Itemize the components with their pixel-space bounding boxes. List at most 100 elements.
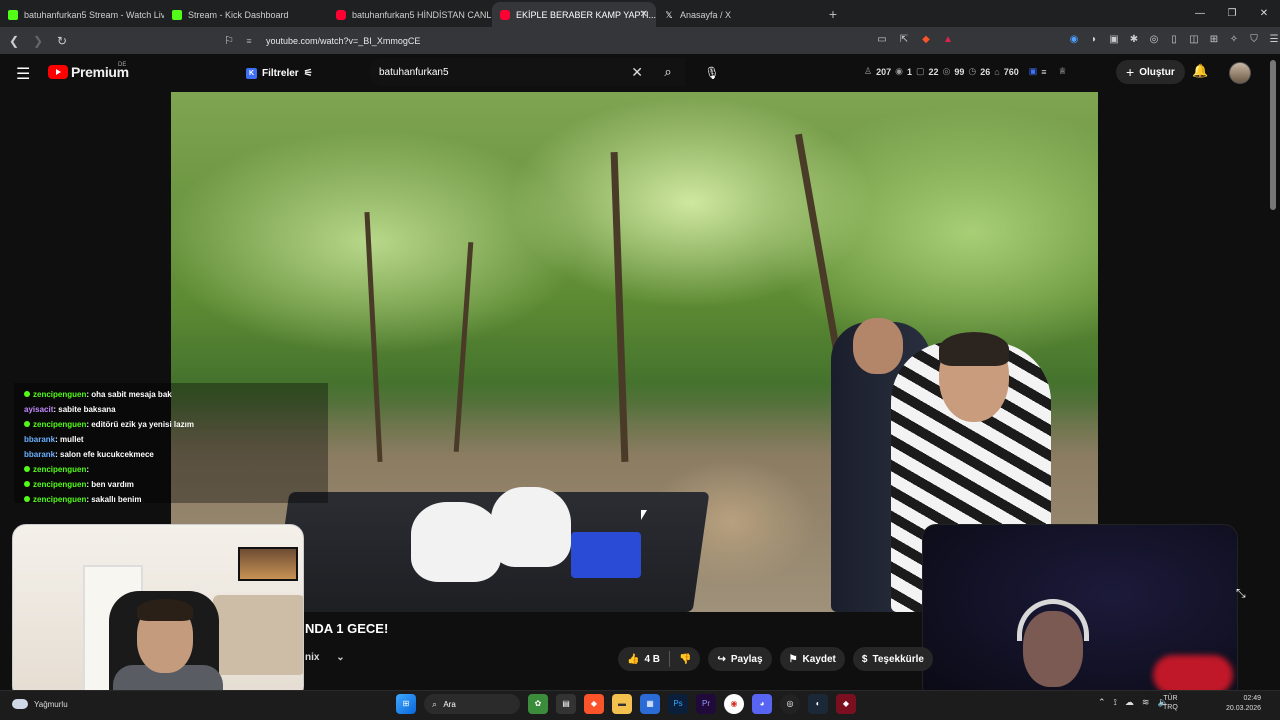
- wifi-icon[interactable]: ≋: [1142, 697, 1150, 708]
- chat-message: bbarank: mullet: [24, 432, 328, 447]
- reload-icon[interactable]: ↻: [52, 34, 72, 48]
- chrome-icon[interactable]: ◉: [724, 694, 744, 714]
- extension-3-icon[interactable]: ▣: [1106, 32, 1122, 48]
- chat-text: : oha sabit mesaja bak: [86, 390, 172, 399]
- extension-1-icon[interactable]: ◉: [1066, 32, 1082, 48]
- dislike-icon[interactable]: 👎: [679, 654, 691, 665]
- extension-5-icon[interactable]: ◫: [1186, 32, 1202, 48]
- browser-tab[interactable]: batuhanfurkan5 HİNDİSTAN CANLI Y...: [328, 2, 492, 27]
- minimize-button[interactable]: —: [1184, 8, 1216, 19]
- avatar[interactable]: [1229, 62, 1251, 84]
- list-icon[interactable]: ≡: [1041, 67, 1046, 77]
- sidebar-icon[interactable]: ▯: [1166, 32, 1182, 48]
- discord-icon[interactable]: ◕: [752, 694, 772, 714]
- lang-bottom: TRQ: [1163, 704, 1178, 711]
- steam-icon[interactable]: ◐: [808, 694, 828, 714]
- widgets-icon[interactable]: ✿: [528, 694, 548, 714]
- address-bar[interactable]: ⚐ ≡ youtube.com/watch?v=_BI_XmmogCE: [218, 30, 963, 51]
- cloud-icon[interactable]: ☁: [1125, 697, 1134, 708]
- brave-shield-icon[interactable]: ◆: [918, 32, 934, 48]
- chat-message: bbarank: salon efe kucukcekmece: [24, 447, 328, 462]
- maximize-button[interactable]: ❐: [1216, 8, 1248, 19]
- bookmark-icon[interactable]: ⚐: [218, 34, 240, 47]
- browser-tab[interactable]: EKİPLE BERABER KAMP YAPTI... ✕: [492, 2, 656, 27]
- browser-tab[interactable]: 𝕏 Anasayfa / X: [656, 2, 820, 27]
- notifications-icon[interactable]: 🔔: [1192, 63, 1208, 79]
- chat-message: ayisacit: sabite baksana: [24, 402, 328, 417]
- obs-icon[interactable]: ◎: [780, 694, 800, 714]
- browser-tab[interactable]: batuhanfurkan5 Stream - Watch Live...: [0, 2, 164, 27]
- back-icon[interactable]: ❮: [4, 34, 24, 48]
- clock[interactable]: 02:49 20.03.2026: [1226, 694, 1261, 714]
- url-text[interactable]: youtube.com/watch?v=_BI_XmmogCE: [266, 36, 420, 46]
- start-icon[interactable]: ⊞: [396, 694, 416, 714]
- sliders-icon: ⚟: [303, 67, 313, 79]
- task-view-icon[interactable]: ▤: [556, 694, 576, 714]
- chevron-down-icon[interactable]: ⌄: [336, 652, 344, 663]
- cast-icon[interactable]: ▭: [874, 32, 890, 48]
- photoshop-icon[interactable]: Ps: [668, 694, 688, 714]
- like-count[interactable]: 4 B: [644, 654, 660, 665]
- browser-menu-icon[interactable]: ☰: [1266, 32, 1280, 48]
- leo-ai-icon[interactable]: ✧: [1226, 32, 1242, 48]
- youtube-premium-logo[interactable]: Premium DE: [48, 62, 129, 80]
- extension-6-icon[interactable]: ⊞: [1206, 32, 1222, 48]
- expand-icon[interactable]: ⤡: [1236, 586, 1246, 601]
- language-indicator[interactable]: TÜR TRQ: [1163, 694, 1178, 712]
- share-icon[interactable]: ⇱: [896, 32, 912, 48]
- search-icon[interactable]: ⌕: [651, 58, 685, 86]
- stat-value: 99: [954, 66, 965, 77]
- extensions-icon[interactable]: ✱: [1126, 32, 1142, 48]
- extension-2-icon[interactable]: ◗: [1086, 32, 1102, 48]
- badge-icon: [24, 481, 30, 487]
- page-scrollbar[interactable]: [1270, 60, 1276, 210]
- badge-icon: [24, 496, 30, 502]
- file-explorer-icon[interactable]: ▬: [612, 694, 632, 714]
- network-icon[interactable]: ⟟: [1114, 697, 1117, 708]
- search-box[interactable]: batuhanfurkan5 ✕ ⌕: [370, 58, 685, 86]
- x-icon: 𝕏: [665, 9, 673, 20]
- extension-4-icon[interactable]: ◎: [1146, 32, 1162, 48]
- country-code: DE: [118, 62, 127, 68]
- mouse-cursor-icon: [641, 510, 647, 520]
- hamburger-menu-icon[interactable]: ☰: [16, 64, 30, 84]
- channel-row[interactable]: nix ⌄: [305, 652, 345, 663]
- save-button[interactable]: ⚑ Kaydet: [779, 647, 845, 671]
- chat-username: zencipenguen: [33, 390, 87, 399]
- new-tab-button[interactable]: +: [820, 2, 846, 27]
- premiere-icon[interactable]: Pr: [696, 694, 716, 714]
- voice-search-icon[interactable]: 🎙: [700, 62, 724, 84]
- filters-button[interactable]: K Filtreler ⚟: [240, 62, 319, 84]
- store-icon[interactable]: ▦: [640, 694, 660, 714]
- share-button[interactable]: ↪ Paylaş: [708, 647, 772, 671]
- browser-tab[interactable]: Stream - Kick Dashboard: [164, 2, 328, 27]
- video-title: NDA 1 GECE!: [305, 621, 389, 636]
- thanks-button[interactable]: $ Teşekkürle: [852, 647, 933, 671]
- like-icon[interactable]: 👍: [627, 654, 639, 665]
- close-window-button[interactable]: ✕: [1248, 8, 1280, 19]
- brave-icon[interactable]: ◆: [584, 694, 604, 714]
- extension-badge-icon[interactable]: ▣: [1029, 66, 1038, 77]
- brave-rewards-icon[interactable]: ▲: [940, 32, 956, 48]
- taskbar-search[interactable]: ⌕ Ara: [424, 694, 520, 714]
- tree-trunk: [610, 151, 629, 463]
- site-info-icon[interactable]: ≡: [240, 36, 258, 46]
- chat-username: bbarank: [24, 450, 56, 459]
- create-button[interactable]: + Oluştur: [1116, 60, 1185, 84]
- chat-message: zencipenguen:: [24, 462, 328, 477]
- filters-label: Filtreler: [262, 67, 299, 79]
- forward-icon[interactable]: ❯: [28, 34, 48, 48]
- streamer-hair: [137, 599, 193, 621]
- trophy-icon[interactable]: ♕: [1059, 66, 1067, 77]
- close-tab-icon[interactable]: ✕: [640, 9, 648, 20]
- headphones: [1017, 599, 1089, 641]
- heart-icon: ◎: [942, 66, 951, 76]
- chevron-up-icon[interactable]: ⌃: [1098, 697, 1106, 708]
- channel-name[interactable]: nix: [305, 652, 319, 663]
- search-input[interactable]: batuhanfurkan5: [379, 67, 449, 78]
- app-icon[interactable]: ◆: [836, 694, 856, 714]
- vpn-icon[interactable]: ⛉: [1246, 32, 1262, 48]
- save-label: Kaydet: [802, 653, 836, 665]
- clear-search-icon[interactable]: ✕: [631, 64, 643, 81]
- weather-widget[interactable]: Yağmurlu: [12, 699, 68, 709]
